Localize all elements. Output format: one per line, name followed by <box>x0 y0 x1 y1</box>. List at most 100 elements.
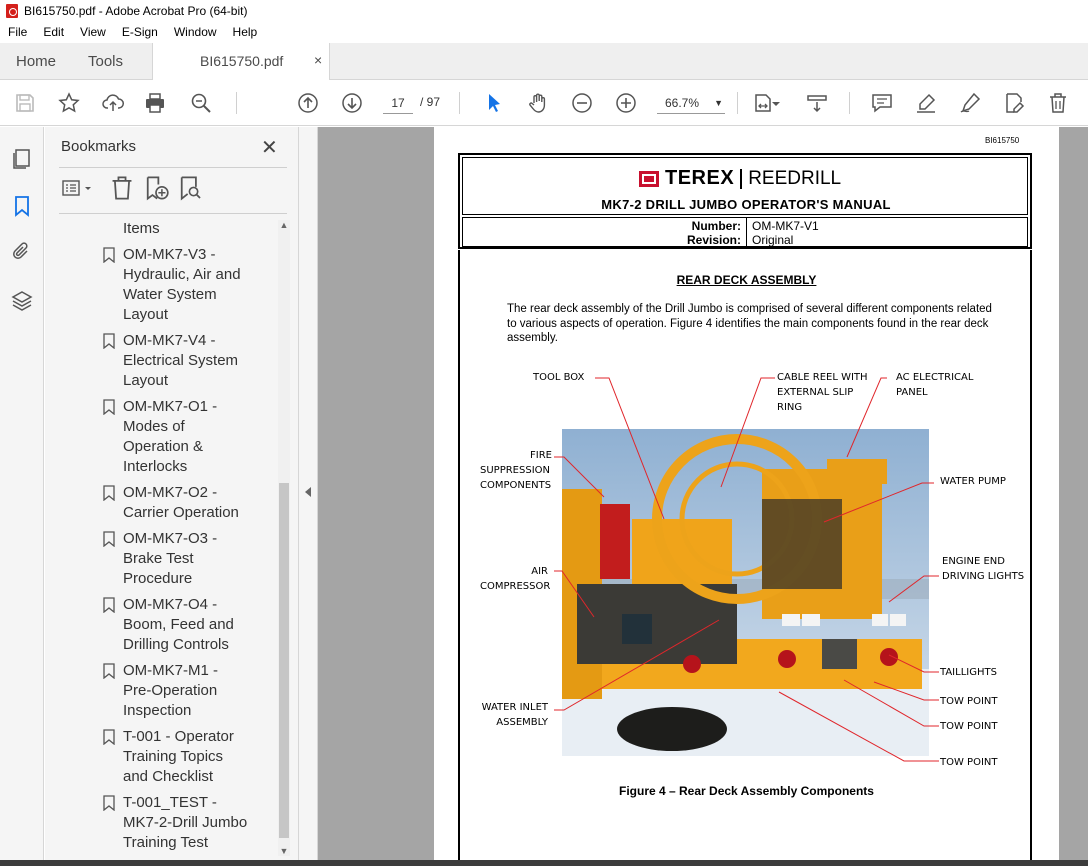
bookmark-options-icon[interactable] <box>61 175 95 201</box>
bookmark-search-icon[interactable] <box>177 175 203 201</box>
tab-tools[interactable]: Tools <box>88 43 123 80</box>
bookmark-item[interactable]: OM-MK7-M1 - Pre-Operation Inspection <box>103 661 281 721</box>
bookmark-label-line: Layout <box>123 372 169 389</box>
bookmark-item[interactable]: OM-MK7-O4 - Boom, Feed and Drilling Contro… <box>103 595 281 655</box>
bookmark-item[interactable]: T-001 - Operator Training Topics and Check… <box>103 727 281 787</box>
bookmark-icon <box>103 247 115 263</box>
upload-icon[interactable] <box>100 90 126 116</box>
bookmark-item[interactable]: OM-MK7-O3 - Brake Test Procedure <box>103 529 281 589</box>
bookmark-label-line: OM-MK7-V4 - <box>123 332 216 349</box>
bookmarks-list: Items OM-MK7-V3 - Hydraulic, Air and Water … <box>45 215 281 855</box>
callout-ac-panel-line1: AC ELECTRICAL <box>896 372 974 383</box>
tab-document[interactable]: BI615750.pdf × <box>152 43 330 81</box>
bookmark-label-line: Operation & <box>123 438 204 455</box>
star-icon[interactable] <box>56 90 82 116</box>
bookmark-icon <box>103 597 115 613</box>
callout-engine-lights-line1: ENGINE END <box>942 556 1005 567</box>
callout-fire-line2: SUPPRESSION <box>480 465 550 476</box>
toolbar-separator <box>459 92 460 114</box>
close-tab-icon[interactable]: × <box>314 52 322 68</box>
layers-icon[interactable] <box>10 289 34 313</box>
scrollbar-thumb[interactable] <box>279 483 289 838</box>
bookmark-label-line: Carrier Operation <box>123 504 239 521</box>
page-number-input[interactable]: 17 <box>383 92 413 114</box>
new-bookmark-icon[interactable] <box>143 175 169 201</box>
window-title: BI615750.pdf - Adobe Acrobat Pro (64-bit… <box>24 4 248 18</box>
callout-fire-line1: FIRE <box>530 450 552 461</box>
bookmark-item[interactable]: OM-MK7-O1 - Modes of Operation & Interlocks <box>103 397 281 477</box>
bookmark-icon <box>103 795 115 811</box>
select-cursor-icon[interactable] <box>481 90 507 116</box>
zoom-search-icon[interactable] <box>188 90 214 116</box>
bookmark-item[interactable]: Items <box>123 219 281 239</box>
page-down-icon[interactable] <box>339 90 365 116</box>
document-view[interactable]: BI615750 TEREX REEDRILL MK7-2 DRILL JUMB… <box>318 127 1088 860</box>
bookmark-label-line: OM-MK7-M1 - <box>123 662 218 679</box>
save-icon[interactable] <box>12 90 38 116</box>
callout-water-inlet-line2: ASSEMBLY <box>496 717 548 728</box>
taskbar-strip <box>0 860 1088 866</box>
tab-bar: Home Tools BI615750.pdf × <box>0 43 1088 81</box>
comment-icon[interactable] <box>869 90 895 116</box>
menu-esign[interactable]: E-Sign <box>114 25 166 39</box>
toolbar-separator <box>737 92 738 114</box>
page-total: / 97 <box>420 95 441 109</box>
bookmark-label-line: Training Test <box>123 834 209 851</box>
scroll-down-icon[interactable]: ▼ <box>278 846 290 856</box>
toolbar-separator <box>236 92 237 114</box>
bookmark-label-line: Pre-Operation <box>123 682 218 699</box>
bookmark-panel-icon[interactable] <box>10 194 34 218</box>
toolbar-separator <box>849 92 850 114</box>
menu-help[interactable]: Help <box>225 25 266 39</box>
edit-pdf-icon[interactable] <box>1001 90 1027 116</box>
highlight-icon[interactable] <box>913 90 939 116</box>
zoom-level-select[interactable]: 66.7% ▼ <box>657 92 725 114</box>
bookmark-label-line: OM-MK7-O2 - <box>123 484 218 501</box>
bookmarks-scrollbar[interactable]: ▲ ▼ <box>278 220 290 856</box>
attachments-icon[interactable] <box>10 240 34 264</box>
bookmark-label-line: and Checklist <box>123 768 214 785</box>
hand-icon[interactable] <box>525 90 551 116</box>
bookmark-label-line: T-001_TEST - <box>123 794 217 811</box>
figure-caption: Figure 4 – Rear Deck Assembly Components <box>619 784 874 798</box>
bookmark-label-line: OM-MK7-O1 - <box>123 398 218 415</box>
tab-home[interactable]: Home <box>16 43 56 80</box>
bookmark-label-line: Items <box>123 220 160 237</box>
zoom-in-icon[interactable] <box>613 90 639 116</box>
close-icon[interactable]: ✕ <box>261 135 278 160</box>
callout-tow-point-1: TOW POINT <box>940 696 998 707</box>
callout-fire-line3: COMPONENTS <box>480 480 552 491</box>
panel-splitter[interactable] <box>298 127 318 866</box>
bookmark-icon <box>103 729 115 745</box>
bookmark-label-line: OM-MK7-V3 - <box>123 246 216 263</box>
page-thumbnails-icon[interactable] <box>10 147 34 171</box>
menu-view[interactable]: View <box>72 25 114 39</box>
bookmark-label-line: Interlocks <box>123 458 188 475</box>
chevron-down-icon[interactable] <box>770 90 782 116</box>
menu-file[interactable]: File <box>0 25 35 39</box>
bookmark-label-line: Inspection <box>123 702 192 719</box>
bookmark-item[interactable]: OM-MK7-V4 - Electrical System Layout <box>103 331 281 391</box>
print-icon[interactable] <box>142 90 168 116</box>
bookmark-item[interactable]: T-001_TEST - MK7-2-Drill Jumbo Training Te… <box>103 793 281 853</box>
bookmark-label-line: Modes of <box>123 418 185 435</box>
menu-edit[interactable]: Edit <box>35 25 72 39</box>
zoom-out-icon[interactable] <box>569 90 595 116</box>
scroll-up-icon[interactable]: ▲ <box>278 220 290 230</box>
menu-window[interactable]: Window <box>166 25 225 39</box>
scroll-mode-icon[interactable] <box>804 90 830 116</box>
bookmark-label-line: Procedure <box>123 570 193 587</box>
sign-icon[interactable] <box>957 90 983 116</box>
navigation-rail <box>0 127 44 866</box>
divider <box>59 213 287 214</box>
bookmark-item[interactable]: OM-MK7-V3 - Hydraulic, Air and Water Syste… <box>103 245 281 325</box>
page-up-icon[interactable] <box>295 90 321 116</box>
collapse-panel-icon[interactable] <box>305 487 311 497</box>
bookmark-item[interactable]: OM-MK7-O2 - Carrier Operation <box>103 483 281 523</box>
callout-cable-reel-line1: CABLE REEL WITH <box>777 372 868 383</box>
bookmarks-title: Bookmarks <box>61 138 137 155</box>
bookmark-icon <box>103 663 115 679</box>
delete-bookmark-icon[interactable] <box>109 175 135 201</box>
callout-air-line2: COMPRESSOR <box>480 581 551 592</box>
delete-icon[interactable] <box>1045 90 1071 116</box>
